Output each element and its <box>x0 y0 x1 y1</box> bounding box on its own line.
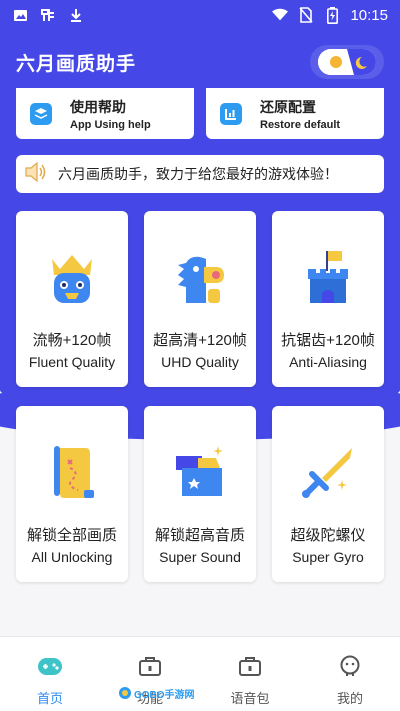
help-card[interactable]: 使用帮助 App Using help <box>16 88 194 139</box>
feature-title: 超级陀螺仪 <box>290 527 366 544</box>
notice-text: 六月画质助手，致力于给您最好的游戏体验！ <box>58 166 338 182</box>
battery-charging-icon <box>324 6 340 24</box>
feature-subtitle: Super Gyro <box>292 549 364 565</box>
download-icon <box>68 7 84 23</box>
gamepad-icon <box>37 655 63 682</box>
feature-card-super-gyro[interactable]: 超级陀螺仪 Super Gyro <box>272 406 384 582</box>
feature-subtitle: Fluent Quality <box>28 354 116 370</box>
tab-home[interactable]: 首页 <box>0 637 100 711</box>
help-card-subtitle: App Using help <box>70 118 151 131</box>
image-icon <box>12 7 28 23</box>
app-header: 六月画质助手 <box>0 40 400 84</box>
status-time: 10:15 <box>350 6 388 24</box>
speaker-icon <box>24 161 48 188</box>
feature-card-fluent[interactable]: 流畅+120帧 Fluent Quality <box>16 211 128 387</box>
feature-subtitle: Super Sound <box>159 549 241 565</box>
help-card-title: 使用帮助 <box>70 98 126 115</box>
app-title: 六月画质助手 <box>16 53 137 75</box>
top-cards: 使用帮助 App Using help 还原配置 Restore default <box>16 88 384 139</box>
feature-title: 解锁全部画质 <box>26 527 117 544</box>
feature-card-super-sound[interactable]: 解锁超高音质 Super Sound <box>144 406 256 582</box>
sword-icon <box>296 440 360 504</box>
restore-card[interactable]: 还原配置 Restore default <box>206 88 384 139</box>
restore-card-title: 还原配置 <box>260 98 316 115</box>
no-sim-icon <box>298 7 314 23</box>
feature-subtitle: UHD Quality <box>161 354 239 370</box>
toolbox-icon <box>138 655 162 682</box>
tab-home-label: 首页 <box>36 691 63 706</box>
feature-card-all-unlocking[interactable]: 解锁全部画质 All Unlocking <box>16 406 128 582</box>
crown-face-icon <box>40 245 104 309</box>
restore-card-subtitle: Restore default <box>260 118 341 131</box>
feature-title: 流畅+120帧 <box>32 332 112 349</box>
day-night-toggle[interactable] <box>310 45 384 79</box>
day-night-toggle-icon <box>318 49 376 75</box>
treasure-box-icon <box>168 440 232 504</box>
feature-subtitle: Anti-Aliasing <box>289 354 367 370</box>
castle-icon <box>296 245 360 309</box>
site-watermark: GOBO手游网 <box>118 684 196 702</box>
wifi-icon <box>272 7 289 23</box>
app-icon <box>40 7 56 23</box>
watermark-logo-icon <box>119 687 131 699</box>
feature-card-anti-aliasing[interactable]: 抗锯齿+120帧 Anti-Aliasing <box>272 211 384 387</box>
feature-title: 解锁超高音质 <box>154 527 245 544</box>
tab-mine-label: 我的 <box>336 691 363 706</box>
feature-title: 抗锯齿+120帧 <box>281 332 375 349</box>
tab-mine[interactable]: 我的 <box>300 637 400 711</box>
scroll-map-icon <box>40 440 104 504</box>
tab-voice-pack-label: 语音包 <box>230 691 270 706</box>
notice-bar: 六月画质助手，致力于给您最好的游戏体验！ <box>16 155 384 193</box>
briefcase-icon <box>238 655 262 682</box>
tab-voice-pack[interactable]: 语音包 <box>200 637 300 711</box>
feature-card-uhd[interactable]: 超高清+120帧 UHD Quality <box>144 211 256 387</box>
feature-subtitle: All Unlocking <box>31 549 113 565</box>
bottom-tab-bar: 首页 功能 语音包 我的 <box>0 636 400 711</box>
profile-icon <box>339 655 361 682</box>
status-bar: 10:15 <box>0 0 400 30</box>
feature-title: 超高清+120帧 <box>153 332 247 349</box>
help-icon <box>30 102 52 125</box>
restore-icon <box>220 102 242 125</box>
watermark-text: GOBO手游网 <box>134 689 195 701</box>
dino-icon <box>168 245 232 309</box>
